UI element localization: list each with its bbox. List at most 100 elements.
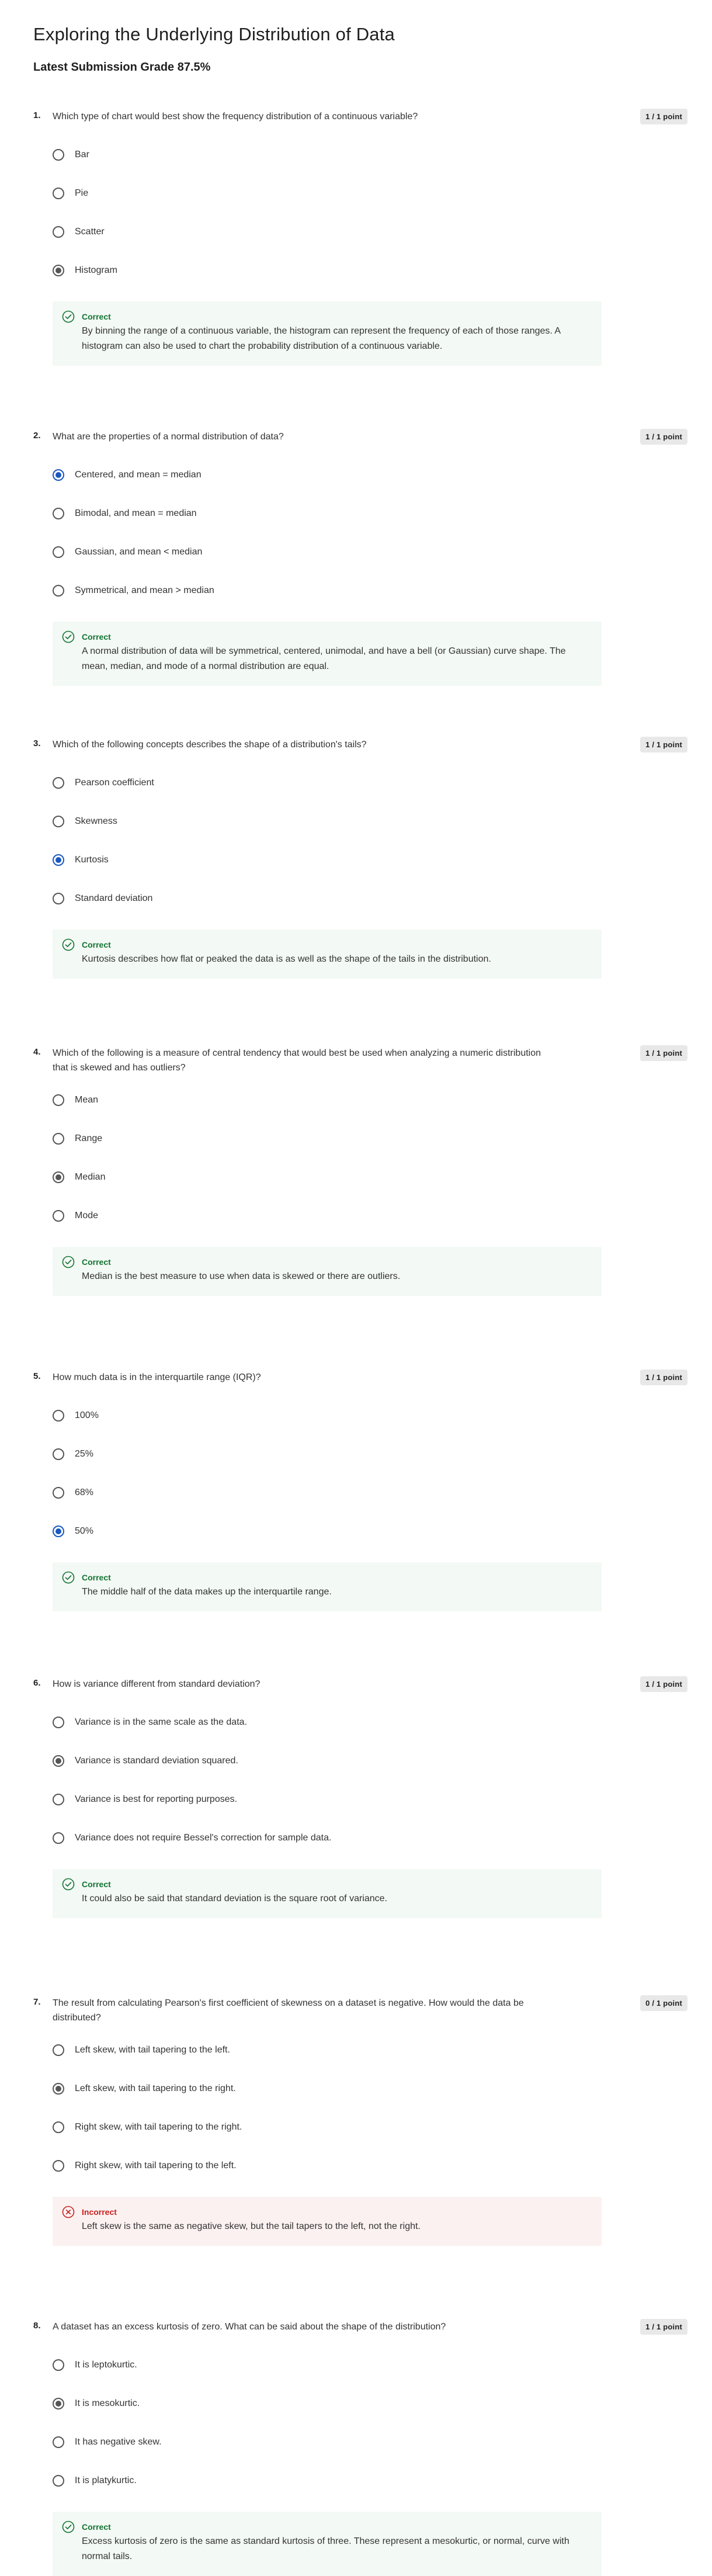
radio-button[interactable] [53, 1794, 64, 1805]
radio-button[interactable] [53, 1487, 64, 1499]
answer-option[interactable]: Standard deviation [53, 891, 687, 906]
option-label: Mean [75, 1095, 99, 1105]
radio-button[interactable] [53, 546, 64, 558]
answer-option[interactable]: 25% [53, 1447, 687, 1462]
radio-button[interactable] [53, 2475, 64, 2487]
radio-button[interactable] [53, 2160, 64, 2172]
radio-selected[interactable] [53, 1755, 64, 1767]
answer-option[interactable]: Gaussian, and mean < median [53, 545, 687, 560]
answer-option[interactable]: Centered, and mean = median [53, 467, 687, 483]
answer-option[interactable]: 50% [53, 1524, 687, 1539]
feedback-correct: Correct The middle half of the data makes… [53, 1562, 602, 1611]
answer-options: Centered, and mean = median Bimodal, and … [53, 467, 687, 598]
radio-button[interactable] [53, 2121, 64, 2133]
answer-option[interactable]: 100% [53, 1408, 687, 1423]
radio-button[interactable] [53, 226, 64, 238]
feedback-status: Correct [82, 1257, 111, 1267]
feedback-correct: Correct Excess kurtosis of zero is the sa… [53, 2512, 602, 2576]
feedback-text: Excess kurtosis of zero is the same as s… [82, 2536, 569, 2561]
answer-option[interactable]: Pie [53, 186, 687, 201]
answer-option[interactable]: Left skew, with tail tapering to the lef… [53, 2043, 687, 2058]
option-label: Left skew, with tail tapering to the lef… [75, 2045, 230, 2055]
question-text: Which type of chart would best show the … [53, 112, 418, 122]
feedback-status: Correct [82, 1880, 111, 1889]
feedback-text: The middle half of the data makes up the… [82, 1587, 332, 1597]
answer-option[interactable]: Variance is standard deviation squared. [53, 1753, 687, 1769]
answer-option[interactable]: It is leptokurtic. [53, 2357, 687, 2373]
radio-button[interactable] [53, 585, 64, 597]
answer-option[interactable]: Scatter [53, 224, 687, 240]
question-text: How is variance different from standard … [53, 1679, 261, 1689]
radio-button[interactable] [53, 1410, 64, 1422]
radio-button[interactable] [53, 1133, 64, 1145]
answer-option[interactable]: It is mesokurtic. [53, 2396, 687, 2411]
answer-option[interactable]: Right skew, with tail tapering to the le… [53, 2158, 687, 2173]
option-label: Variance is best for reporting purposes. [75, 1794, 238, 1804]
radio-button[interactable] [53, 816, 64, 827]
answer-option[interactable]: Mode [53, 1208, 687, 1223]
radio-button[interactable] [53, 2436, 64, 2448]
answer-option[interactable]: 68% [53, 1485, 687, 1500]
radio-button[interactable] [53, 777, 64, 789]
feedback-text: Kurtosis describes how flat or peaked th… [82, 954, 491, 964]
answer-option[interactable]: Left skew, with tail tapering to the rig… [53, 2081, 687, 2096]
radio-selected[interactable] [53, 1526, 64, 1537]
radio-button[interactable] [53, 1448, 64, 1460]
answer-option[interactable]: Histogram [53, 263, 687, 278]
radio-button[interactable] [53, 1832, 64, 1844]
question-text: The result from calculating Pearson's fi… [53, 1998, 524, 2023]
answer-option[interactable]: Pearson coefficient [53, 775, 687, 791]
answer-option[interactable]: Right skew, with tail tapering to the ri… [53, 2120, 687, 2135]
radio-button[interactable] [53, 2044, 64, 2056]
feedback-correct: Correct By binning the range of a continu… [53, 301, 602, 366]
option-label: Mode [75, 1211, 99, 1221]
question-number: 4. [33, 1047, 41, 1057]
question-number: 1. [33, 110, 41, 120]
answer-option[interactable]: Kurtosis [53, 852, 687, 868]
option-label: 100% [75, 1410, 99, 1420]
answer-option[interactable]: Skewness [53, 814, 687, 829]
answer-option[interactable]: Symmetrical, and mean > median [53, 583, 687, 598]
answer-option[interactable]: Median [53, 1170, 687, 1185]
answer-option[interactable]: Bar [53, 147, 687, 162]
question-header: 3. Which of the following concepts descri… [33, 737, 687, 753]
option-label: Bimodal, and mean = median [75, 508, 197, 518]
feedback-correct: Correct A normal distribution of data wil… [53, 622, 602, 686]
radio-selected[interactable] [53, 2398, 64, 2409]
answer-option[interactable]: It is platykurtic. [53, 2473, 687, 2488]
answer-options: Bar Pie Scatter Histogram [53, 147, 687, 278]
answer-option[interactable]: It has negative skew. [53, 2435, 687, 2450]
question-7: 7. The result from calculating Pearson's … [33, 1995, 687, 2246]
feedback-text: It could also be said that standard devi… [82, 1894, 387, 1904]
points-badge: 1 / 1 point [640, 429, 687, 445]
answer-option[interactable]: Mean [53, 1093, 687, 1108]
radio-button[interactable] [53, 188, 64, 199]
radio-selected[interactable] [53, 1171, 64, 1183]
radio-button[interactable] [53, 149, 64, 161]
feedback-correct: Correct Median is the best measure to use… [53, 1247, 602, 1296]
check-circle-icon [62, 630, 75, 643]
radio-button[interactable] [53, 1094, 64, 1106]
radio-button[interactable] [53, 1210, 64, 1222]
answer-option[interactable]: Variance is in the same scale as the dat… [53, 1715, 687, 1730]
answer-option[interactable]: Variance is best for reporting purposes. [53, 1792, 687, 1807]
radio-selected[interactable] [53, 2083, 64, 2095]
answer-option[interactable]: Variance does not require Bessel's corre… [53, 1830, 687, 1846]
radio-selected[interactable] [53, 265, 64, 276]
option-label: Left skew, with tail tapering to the rig… [75, 2083, 236, 2093]
radio-button[interactable] [53, 508, 64, 519]
radio-button[interactable] [53, 2359, 64, 2371]
radio-selected[interactable] [53, 854, 64, 866]
answer-option[interactable]: Bimodal, and mean = median [53, 506, 687, 521]
answer-option[interactable]: Range [53, 1131, 687, 1146]
answer-options: Mean Range Median Mode [53, 1093, 687, 1223]
question-number: 6. [33, 1678, 41, 1688]
option-label: Symmetrical, and mean > median [75, 585, 214, 595]
radio-button[interactable] [53, 893, 64, 904]
radio-selected[interactable] [53, 469, 64, 481]
option-label: Right skew, with tail tapering to the ri… [75, 2122, 242, 2132]
feedback-status: Correct [82, 940, 111, 949]
radio-button[interactable] [53, 1717, 64, 1728]
question-header: 7. The result from calculating Pearson's … [33, 1995, 687, 2025]
feedback-text: A normal distribution of data will be sy… [82, 646, 566, 671]
